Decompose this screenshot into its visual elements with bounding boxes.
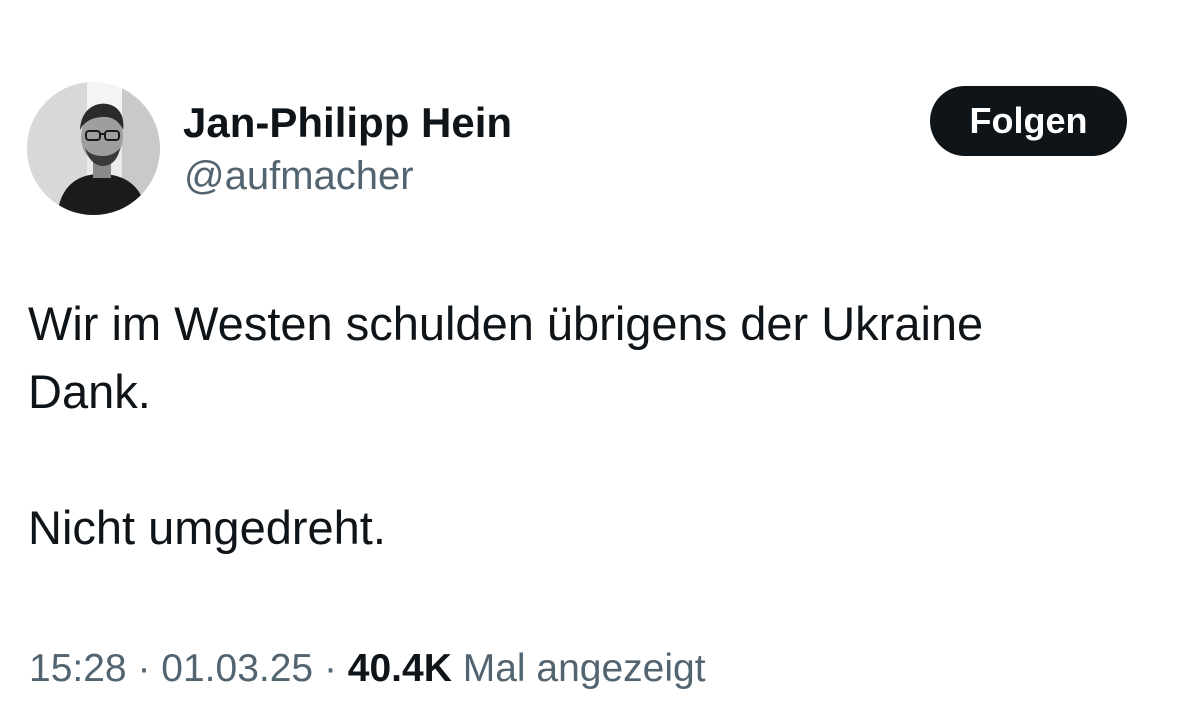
- tweet-text: Wir im Westen schulden übrigens der Ukra…: [28, 290, 1148, 562]
- author-handle[interactable]: @aufmacher: [184, 152, 414, 200]
- tweet-date[interactable]: 01.03.25: [161, 647, 313, 690]
- profile-photo: [27, 82, 160, 215]
- tweet-text-line: Nicht umgedreht.: [28, 501, 386, 554]
- tweet-time[interactable]: 15:28: [29, 647, 127, 690]
- meta-separator: ·: [323, 647, 337, 690]
- meta-separator: ·: [137, 647, 151, 690]
- avatar[interactable]: [27, 82, 160, 215]
- views-count[interactable]: 40.4K: [348, 647, 452, 690]
- tweet-text-line: Dank.: [28, 365, 151, 418]
- views-label: Mal angezeigt: [462, 647, 706, 690]
- tweet-text-line: Wir im Westen schulden übrigens der Ukra…: [28, 297, 984, 350]
- follow-button[interactable]: Folgen: [930, 86, 1127, 156]
- paragraph-break: [28, 426, 1148, 494]
- author-display-name[interactable]: Jan-Philipp Hein: [183, 98, 512, 148]
- tweet-meta: 15:28 · 01.03.25 · 40.4K Mal angezeigt: [29, 644, 706, 694]
- tweet: Jan-Philipp Hein @aufmacher Folgen Wir i…: [0, 0, 1179, 717]
